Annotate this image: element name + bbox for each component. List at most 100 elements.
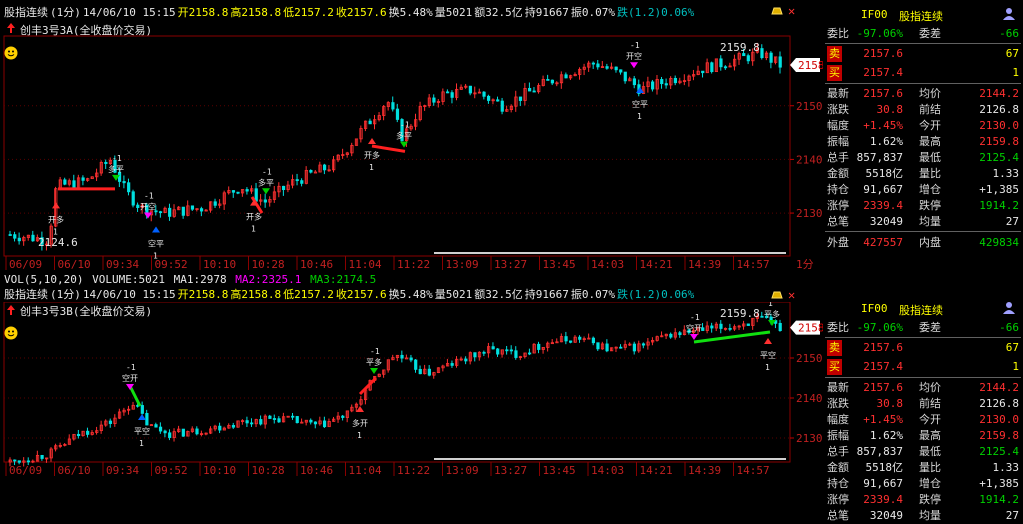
signal-qty: 1	[153, 251, 158, 260]
candle-body	[322, 164, 327, 171]
candle-body	[482, 351, 486, 354]
candle-body	[131, 191, 135, 206]
quote-value: 1914.2	[979, 199, 1019, 212]
candle-body	[245, 189, 249, 192]
candle-body	[72, 180, 76, 189]
period-label[interactable]: 1分	[796, 258, 814, 271]
header-field: 额32.5亿	[474, 288, 523, 301]
candle-body	[163, 430, 167, 434]
quote-value: 30.8	[876, 397, 904, 410]
trade-signal[interactable]: -1开空	[626, 41, 642, 69]
trade-signal[interactable]: -1平多	[366, 347, 382, 374]
candle-body	[250, 422, 254, 425]
trade-signal[interactable]: 1 空平	[148, 226, 164, 260]
y-tick-label: 2130	[796, 207, 823, 220]
close-icon[interactable]: ✕	[788, 288, 795, 302]
candle-body	[13, 234, 17, 239]
ask-row[interactable]: 卖 2157.6 67	[825, 340, 1021, 356]
candle-body	[17, 237, 21, 242]
header-field: 高2158.8	[230, 6, 282, 19]
quote-label: 均量	[919, 509, 941, 522]
candle-body	[487, 95, 491, 101]
trade-signal[interactable]: 1 平空	[760, 338, 776, 372]
candle-body	[614, 66, 618, 71]
trade-line	[128, 385, 142, 407]
quote-row: 金额 5518亿 量比 1.33	[825, 460, 1021, 476]
signal-qty: 1	[637, 112, 642, 121]
signal-qty: -1	[112, 154, 122, 163]
candle-body	[537, 343, 541, 350]
signal-qty: -1	[370, 347, 380, 356]
signal-label: 空平	[148, 238, 164, 248]
trade-signal[interactable]: 1平多	[764, 302, 780, 326]
candle-body	[295, 179, 299, 182]
trade-signal[interactable]: 1 多开	[352, 406, 368, 440]
person-icon[interactable]	[1001, 301, 1017, 318]
quote-value: 5518亿	[865, 167, 904, 180]
gold-bar-icon[interactable]	[770, 290, 784, 300]
ask-price: 2157.6	[863, 341, 903, 354]
quote-row: 持仓 91,667 增仓 +1,385	[825, 476, 1021, 492]
trade-signal[interactable]: 1 空平	[632, 86, 648, 121]
candle-body	[136, 204, 140, 208]
x-tick-label: 10:28	[252, 258, 285, 271]
x-tick-label: 14:03	[591, 258, 624, 271]
quote-label: 金额	[827, 167, 849, 180]
signal-down-arrow-icon	[262, 188, 270, 195]
quote-label: 均价	[919, 381, 941, 394]
trade-signal[interactable]: 1 开多	[364, 137, 380, 172]
trade-signal[interactable]: 1 开多	[246, 199, 262, 234]
signal-qty: 1	[53, 227, 58, 236]
signal-qty: 1	[139, 439, 144, 448]
gold-bar-icon[interactable]	[770, 6, 784, 16]
quote-value: 429834	[979, 236, 1019, 249]
bid-price: 2157.4	[863, 360, 903, 373]
header-field: 开2158.8	[177, 6, 229, 19]
candle-body	[404, 357, 409, 360]
candle-body	[313, 171, 318, 174]
trade-signal[interactable]: -1开空	[140, 191, 156, 219]
person-icon[interactable]	[1001, 7, 1017, 24]
bottom-candlestick-chart[interactable]: 2150 2140 2130 06/09 06/10 09:34 09:52 10:10 10:…	[0, 302, 823, 480]
quote-label: 内盘	[919, 236, 941, 249]
quote-value: 2159.8	[979, 429, 1019, 442]
quote-label: 最高	[919, 429, 941, 442]
candle-body	[719, 323, 723, 329]
ma3-value: MA3:2174.5	[310, 273, 377, 286]
candle-body	[445, 91, 450, 94]
x-tick-label: 14:21	[640, 258, 673, 271]
trade-signal[interactable]: -1空开	[122, 363, 138, 390]
candle-body	[295, 416, 299, 423]
close-icon[interactable]: ✕	[788, 4, 795, 18]
divider	[825, 83, 1021, 84]
bid-row[interactable]: 买 2157.4 1	[825, 359, 1021, 375]
quote-value: -97.06%	[856, 27, 903, 40]
candle-body	[81, 177, 85, 181]
trade-signal[interactable]: -1多平	[396, 121, 412, 148]
current-price-text: 2158	[798, 59, 823, 72]
header-field: 开2158.8	[177, 288, 229, 301]
candle-body	[281, 185, 286, 191]
candle-body	[778, 322, 782, 331]
signal-label: 多平	[108, 164, 124, 174]
trade-signal[interactable]: -1多平	[258, 167, 274, 195]
signal-label: 平空	[760, 350, 776, 360]
candle-body	[231, 425, 236, 428]
quote-row: 涨停 2339.4 跌停 1914.2	[825, 492, 1021, 508]
candle-body	[591, 337, 595, 344]
candle-body	[31, 234, 35, 242]
bid-row[interactable]: 买 2157.4 1	[825, 65, 1021, 81]
top-candlestick-chart[interactable]: 2150 2140 2130 06/09 06/10 09:34 09:52 10:10 10:…	[0, 20, 823, 272]
candle-body	[145, 412, 149, 426]
candle-body	[664, 83, 668, 86]
candle-body	[532, 90, 536, 93]
quote-row: 金额 5518亿 量比 1.33	[825, 166, 1021, 182]
ask-row[interactable]: 卖 2157.6 67	[825, 46, 1021, 62]
quote-panel-bottom: IF00 股指连续 委比 -97.06% 委差 -66 卖 2157.6 67 …	[823, 300, 1023, 522]
candle-body	[769, 52, 773, 63]
candle-body	[400, 354, 404, 359]
symbol-code: IF00	[861, 8, 888, 21]
quote-label: 前结	[919, 103, 941, 116]
trade-signal[interactable]: -1空开	[686, 313, 702, 340]
quote-value: +1,385	[979, 183, 1019, 196]
